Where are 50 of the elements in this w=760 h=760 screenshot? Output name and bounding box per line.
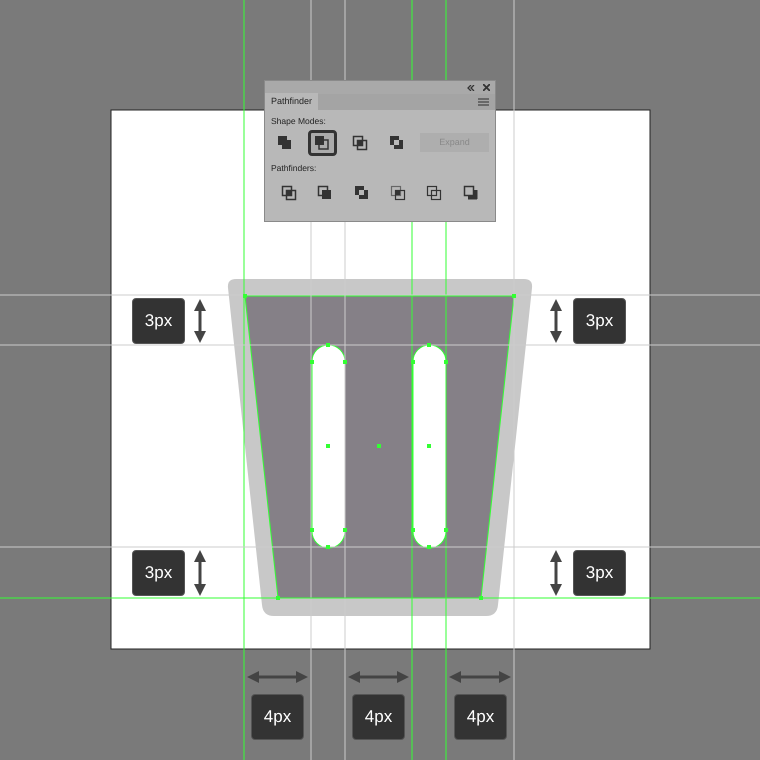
measurement-label: 3px: [132, 550, 185, 596]
double-arrow-icon: [247, 671, 308, 683]
measurement-label: 4px: [352, 694, 405, 740]
anchor-point: [377, 444, 381, 448]
measurement-label: 4px: [251, 694, 304, 740]
anchor-point: [243, 294, 247, 298]
anchor-point: [343, 360, 347, 364]
panel-tab[interactable]: Pathfinder: [265, 92, 318, 110]
unite-icon: [277, 134, 294, 151]
double-arrow-icon: [348, 671, 409, 683]
measurement-label: 4px: [454, 694, 507, 740]
intersect-icon: [352, 134, 368, 151]
double-arrow-icon: [194, 550, 206, 596]
anchor-point: [427, 444, 431, 448]
anchor-point: [427, 343, 431, 347]
double-arrow-icon: [194, 299, 206, 343]
double-arrow-icon: [550, 299, 562, 343]
exclude-icon: [388, 134, 405, 151]
anchor-point: [276, 596, 280, 600]
anchor-point: [310, 528, 314, 532]
measurement-label: 3px: [573, 298, 626, 344]
close-icon[interactable]: [483, 84, 490, 91]
anchor-point: [427, 545, 431, 549]
double-arrow-icon: [550, 550, 562, 596]
pathfinder-icon: [281, 184, 298, 200]
anchor-point: [479, 596, 483, 600]
pathfinder-icon: [390, 184, 406, 200]
pathfinder-icon: [354, 184, 370, 200]
anchor-point: [326, 343, 330, 347]
anchor-point: [343, 528, 347, 532]
anchor-point: [411, 360, 415, 364]
double-arrow-icon: [449, 671, 511, 683]
anchor-point: [310, 360, 314, 364]
section-label: Pathfinders:: [270, 162, 318, 174]
anchor-point: [444, 528, 448, 532]
shape-mode-button[interactable]: [308, 130, 337, 156]
measurement-label: 3px: [573, 550, 626, 596]
pathfinder-icon: [462, 184, 479, 200]
anchor-point: [444, 360, 448, 364]
measurement-label: 3px: [132, 298, 185, 344]
anchor-point: [411, 528, 415, 532]
section-label: Shape Modes:: [270, 115, 327, 128]
anchor-point: [326, 545, 330, 549]
collapse-icon[interactable]: [467, 84, 475, 90]
pathfinder-icon: [426, 184, 442, 200]
anchor-point: [326, 444, 330, 448]
menu-icon[interactable]: [478, 98, 489, 106]
pathfinder-icon: [317, 184, 334, 200]
minus-front-icon: [314, 134, 330, 151]
anchor-point: [512, 294, 516, 298]
